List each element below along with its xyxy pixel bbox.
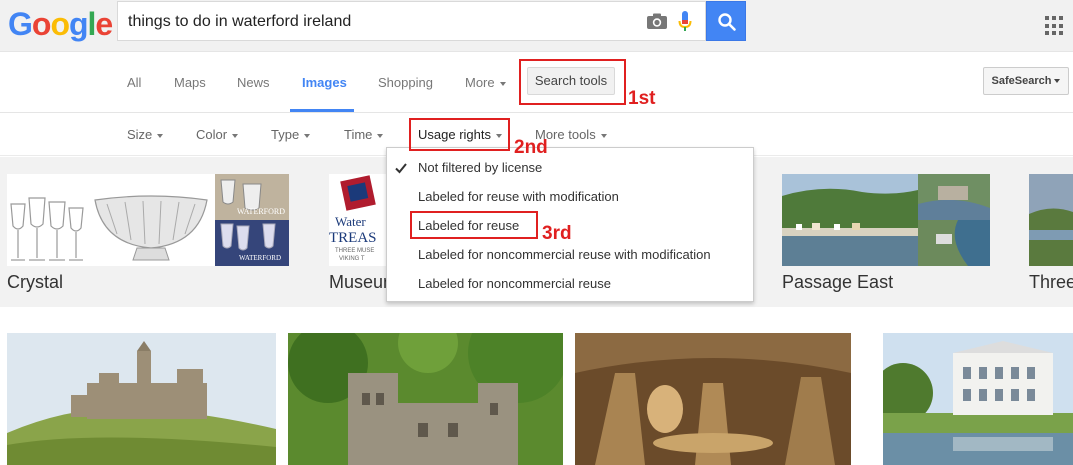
logo-letter: e [95,6,113,42]
menu-item-reuse-with-modification[interactable]: Labeled for reuse with modification [418,189,619,204]
tool-color-label: Color [196,127,228,142]
manor-house-photo [883,333,1073,465]
checkmark-icon [395,163,407,174]
tool-type-label: Type [271,127,300,142]
camera-icon[interactable] [646,13,668,30]
museum-logo-text: TREAS [329,230,377,246]
mic-icon[interactable] [678,10,692,34]
crystal-bowl-illustration [94,195,208,261]
annotation-label-first: 1st [628,88,656,109]
chevron-down-icon [377,133,384,138]
folly-in-forest-photo [288,333,563,465]
tool-type[interactable]: Type [271,127,311,142]
castle-on-hill-photo [7,333,276,465]
crystal-glasses-illustration [10,197,84,261]
chevron-down-icon [232,133,239,138]
annotation-box-labeled-for-reuse [410,211,538,239]
category-label-three[interactable]: Three [1029,272,1073,293]
header-bar: Google things to do in waterford ireland [0,0,1073,52]
safesearch-button[interactable]: SafeSearch [983,67,1069,95]
search-input[interactable]: things to do in waterford ireland [117,1,706,41]
category-image-three[interactable] [1029,174,1073,266]
landscape-illustration [1029,174,1073,266]
coast-illustration [918,220,990,266]
magnifier-icon [718,13,736,31]
category-image-passage-east-coast[interactable] [918,220,990,266]
result-image-vaults[interactable] [575,333,851,465]
result-image-folly[interactable] [288,333,563,465]
category-image-waterford-set[interactable]: WATERFORD [215,220,289,266]
tab-more[interactable]: More [465,75,506,90]
chevron-down-icon [304,133,311,138]
safesearch-label: SafeSearch [991,75,1052,87]
chevron-down-icon [1054,79,1061,84]
logo-letter: g [68,6,89,42]
tool-color[interactable]: Color [196,127,239,142]
result-image-castle[interactable] [7,333,276,465]
google-images-page: Google things to do in waterford ireland [0,0,1073,465]
aerial-village-illustration [918,174,990,220]
google-logo[interactable]: Google [8,6,113,43]
tool-time[interactable]: Time [344,127,384,142]
active-tab-indicator [290,109,354,112]
waterford-caption: WATERFORD [239,254,282,262]
category-image-crystal-glasses[interactable] [7,174,87,266]
menu-item-not-filtered[interactable]: Not filtered by license [418,160,542,175]
waterford-caption: WATERFORD [237,207,286,216]
tool-size[interactable]: Size [127,127,164,142]
category-image-waterford-gift[interactable]: WATERFORD [215,174,289,220]
category-image-passage-east-aerial[interactable] [918,174,990,220]
museum-logo-subtext: VIKING T [339,256,365,262]
tool-time-label: Time [344,127,373,142]
tool-size-label: Size [127,127,153,142]
apps-grid-icon[interactable] [1045,16,1065,36]
tab-maps[interactable]: Maps [174,75,206,90]
category-image-museum[interactable]: Water TREAS THREE MUSE VIKING T [329,174,386,266]
annotation-box-usage-rights [409,118,510,151]
museum-flag-illustration [340,175,376,211]
logo-letter: o [31,6,52,42]
chevron-down-icon [600,133,607,138]
category-image-passage-east[interactable] [782,174,918,266]
menu-item-noncommercial-reuse[interactable]: Labeled for noncommercial reuse [418,276,611,291]
tab-more-label: More [465,75,495,90]
museum-logo-text: Water [335,214,366,229]
annotation-box-search-tools [519,59,626,105]
search-button[interactable] [706,1,746,41]
underground-vaults-photo [575,333,851,465]
harbour-illustration [782,174,918,266]
category-label-passage-east[interactable]: Passage East [782,272,893,293]
tab-all[interactable]: All [127,75,141,90]
logo-letter: G [8,6,33,42]
chevron-down-icon [157,133,164,138]
category-label-crystal[interactable]: Crystal [7,272,63,293]
tab-news[interactable]: News [237,75,270,90]
search-query-text: things to do in waterford ireland [128,13,352,30]
result-image-house[interactable] [883,333,1073,465]
category-image-crystal-bowl[interactable] [87,174,215,266]
chevron-down-icon [499,81,506,86]
annotation-label-second: 2nd [514,137,548,158]
museum-logo-subtext: THREE MUSE [335,248,375,254]
tab-shopping[interactable]: Shopping [378,75,433,90]
logo-letter: o [50,6,70,42]
menu-item-noncommercial-with-modification[interactable]: Labeled for noncommercial reuse with mod… [418,247,711,262]
annotation-label-third: 3rd [542,223,572,244]
tab-images[interactable]: Images [302,75,347,90]
